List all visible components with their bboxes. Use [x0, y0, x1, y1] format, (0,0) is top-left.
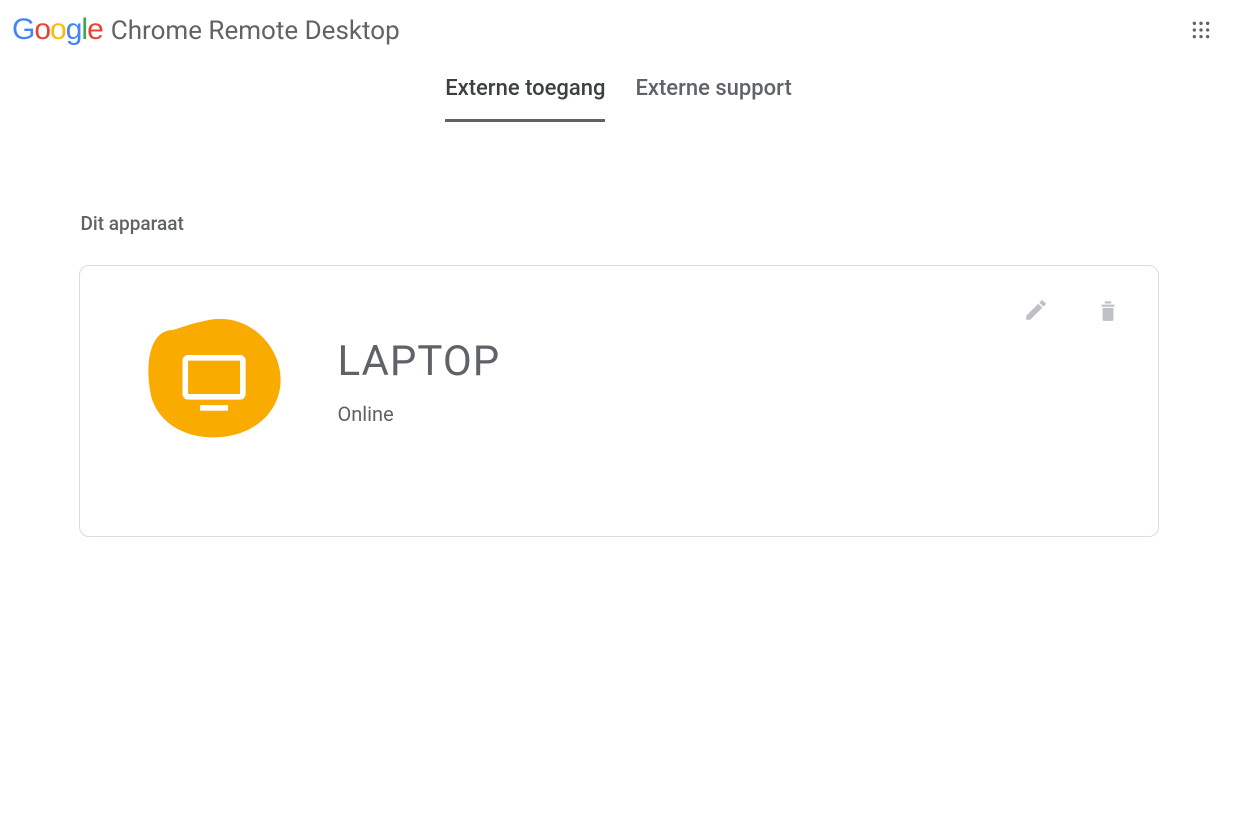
- tab-remote-access[interactable]: Externe toegang: [445, 58, 605, 122]
- section-heading: Dit apparaat: [81, 212, 1159, 235]
- tabs-nav: Externe toegang Externe support: [0, 58, 1237, 122]
- delete-button[interactable]: [1092, 294, 1124, 326]
- app-title: Chrome Remote Desktop: [111, 16, 400, 46]
- tab-remote-support[interactable]: Externe support: [635, 58, 791, 122]
- google-apps-button[interactable]: [1181, 10, 1221, 50]
- device-card[interactable]: LAPTOP Online: [79, 265, 1159, 537]
- trash-icon: [1095, 297, 1121, 323]
- device-info: LAPTOP Online: [338, 337, 1098, 426]
- tab-label: Externe support: [635, 76, 791, 101]
- pencil-icon: [1023, 297, 1049, 323]
- apps-grid-icon: [1191, 20, 1211, 40]
- main-content: Dit apparaat LAPTOP Online: [79, 122, 1159, 537]
- edit-button[interactable]: [1020, 294, 1052, 326]
- card-actions: [1020, 294, 1124, 326]
- google-logo: Google: [12, 13, 103, 47]
- device-icon-wrap: [140, 316, 290, 446]
- device-status: Online: [338, 402, 1098, 426]
- device-name: LAPTOP: [338, 337, 1098, 386]
- app-header: Google Chrome Remote Desktop: [0, 0, 1237, 58]
- monitor-icon: [140, 316, 290, 446]
- tab-label: Externe toegang: [445, 76, 605, 101]
- logo-area: Google Chrome Remote Desktop: [12, 13, 400, 47]
